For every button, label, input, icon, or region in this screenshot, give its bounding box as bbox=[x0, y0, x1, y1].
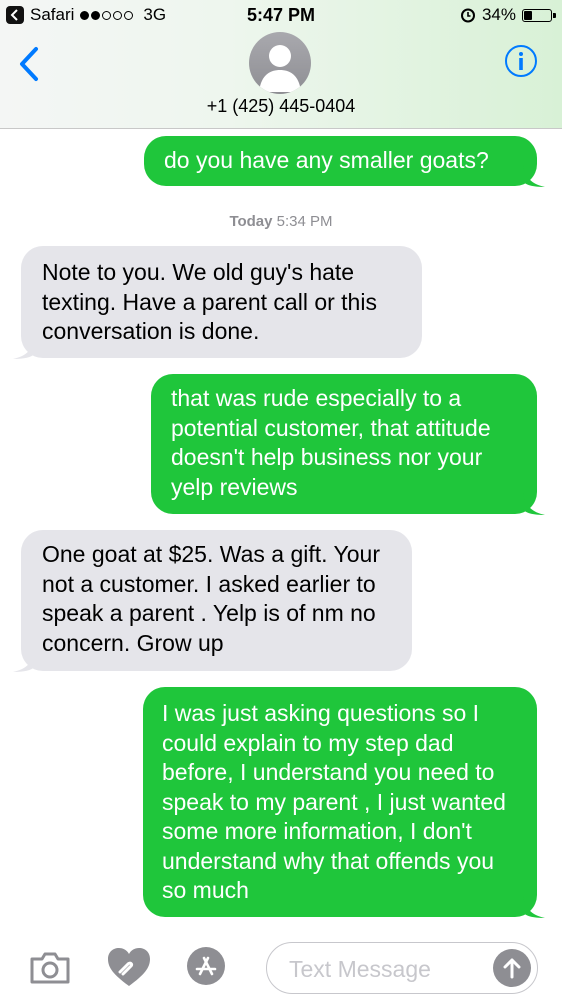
message-bubble-received[interactable]: One goat at $25. Was a gift. Your not a … bbox=[13, 530, 412, 672]
alarm-icon bbox=[460, 8, 475, 23]
battery-percent: 34% bbox=[481, 5, 516, 24]
battery-icon bbox=[522, 8, 556, 22]
digital-touch-icon[interactable] bbox=[106, 946, 152, 988]
send-arrow-icon bbox=[503, 958, 521, 979]
message-text: do you have any smaller goats? bbox=[164, 147, 489, 173]
message-bubble-sent[interactable]: I was just asking questions so I could e… bbox=[143, 687, 545, 918]
bubble-tail bbox=[523, 493, 545, 515]
bubble-tail bbox=[523, 896, 545, 918]
info-icon[interactable] bbox=[504, 44, 538, 78]
app-store-icon[interactable] bbox=[186, 946, 226, 986]
message-text: One goat at $25. Was a gift. Your not a … bbox=[42, 541, 380, 656]
send-button[interactable] bbox=[493, 949, 531, 987]
bubble-tail bbox=[13, 337, 35, 359]
compose-bar bbox=[0, 930, 562, 1000]
conversation-timestamp: Today 5:34 PM bbox=[0, 213, 562, 230]
camera-icon[interactable] bbox=[28, 950, 72, 986]
bubble-tail bbox=[523, 165, 545, 187]
timestamp-day: Today bbox=[229, 213, 273, 230]
message-text: I was just asking questions so I could e… bbox=[162, 700, 506, 903]
message-input[interactable] bbox=[287, 952, 481, 986]
contact-avatar-icon[interactable] bbox=[249, 32, 311, 94]
message-input-field[interactable] bbox=[266, 942, 538, 994]
message-bubble-sent[interactable]: that was rude especially to a potential … bbox=[151, 374, 545, 515]
timestamp-time: 5:34 PM bbox=[276, 213, 333, 230]
message-bubble-sent[interactable]: do you have any smaller goats? bbox=[144, 136, 545, 187]
back-chevron-icon[interactable] bbox=[18, 46, 40, 82]
status-bar: Safari 3G 5:47 PM 34% bbox=[0, 0, 562, 32]
message-text: Note to you. We old guy's hate texting. … bbox=[42, 259, 377, 344]
bubble-tail bbox=[13, 650, 35, 672]
message-text: that was rude especially to a potential … bbox=[171, 385, 491, 500]
contact-number[interactable]: +1 (425) 445-0404 bbox=[0, 96, 562, 117]
message-bubble-received[interactable]: Note to you. We old guy's hate texting. … bbox=[13, 246, 422, 359]
